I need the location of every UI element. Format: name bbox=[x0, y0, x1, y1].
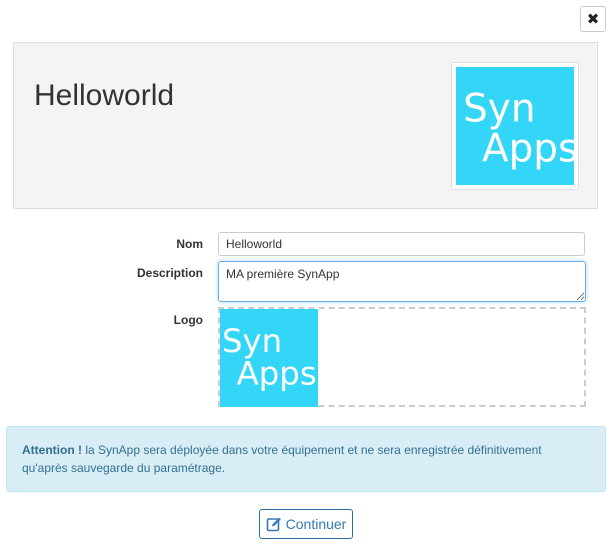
app-header-panel: Helloworld Syn Apps bbox=[13, 42, 598, 209]
alert-message: la SynApp sera déployée dans votre équip… bbox=[22, 443, 542, 475]
name-label: Nom bbox=[176, 237, 203, 251]
logo-text-line2: Apps bbox=[482, 126, 574, 171]
app-title: Helloworld bbox=[34, 79, 175, 112]
logo-preview-graphic: Syn Apps bbox=[222, 322, 317, 392]
close-button[interactable]: ✖ bbox=[580, 6, 606, 32]
close-icon: ✖ bbox=[586, 10, 600, 28]
synapps-logo: Syn Apps bbox=[456, 67, 574, 185]
logo-text-line1: Syn bbox=[463, 86, 535, 131]
synapp-dialog: ✖ Helloworld Syn Apps Nom Description MA… bbox=[0, 0, 613, 549]
description-textarea[interactable]: MA première SynApp bbox=[218, 261, 586, 302]
edit-icon bbox=[266, 517, 281, 532]
logo-label: Logo bbox=[173, 313, 203, 327]
description-label: Description bbox=[136, 266, 203, 280]
logo-preview: Syn Apps bbox=[220, 309, 318, 407]
continue-label: Continuer bbox=[285, 516, 347, 532]
info-alert: Attention ! la SynApp sera déployée dans… bbox=[6, 426, 606, 492]
synapps-logo-graphic: Syn Apps bbox=[463, 86, 574, 171]
name-input[interactable] bbox=[218, 232, 585, 256]
alert-strong: Attention ! bbox=[22, 443, 82, 457]
header-logo-frame: Syn Apps bbox=[451, 62, 579, 190]
preview-text-line2: Apps bbox=[237, 354, 317, 392]
continue-button[interactable]: Continuer bbox=[259, 509, 353, 539]
logo-dropzone[interactable]: Syn Apps bbox=[218, 307, 586, 407]
